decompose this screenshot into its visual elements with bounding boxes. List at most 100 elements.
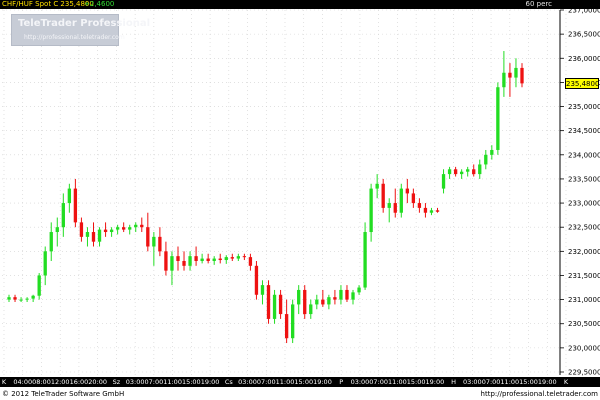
candle-body (170, 256, 174, 271)
candle (19, 297, 23, 303)
candle-body (315, 299, 319, 305)
x-tick-label: 15:00 (407, 378, 426, 386)
candle (453, 166, 458, 177)
candle-body (429, 210, 434, 213)
candle-body (284, 314, 289, 339)
candle (103, 222, 108, 237)
candle (200, 253, 204, 264)
candle-body (496, 87, 500, 150)
y-tick-label: 230,0000 (568, 344, 600, 352)
time-axis: K 04:00 08:00 12:00 16:00 20:00 Sz 03:00 07:00 11… (0, 377, 600, 387)
x-tick-label: Sz (113, 378, 121, 386)
candle (152, 232, 156, 266)
x-tick-label: 16:00 (70, 378, 89, 386)
candle (278, 289, 283, 319)
candle (502, 51, 506, 97)
x-tick-label: 19:00 (425, 378, 444, 386)
candle (224, 255, 228, 264)
candle-body (206, 258, 210, 261)
candle-body (61, 203, 65, 228)
copyright-text: © 2012 TeleTrader Software GmbH (2, 390, 125, 398)
footer-url[interactable]: http://professional.teletrader.com (481, 390, 598, 398)
x-tick-label: 07:00 (369, 378, 388, 386)
candle-body (7, 297, 11, 300)
y-tick-label: 229,5000 (568, 369, 600, 377)
candle-body (508, 72, 512, 78)
candle (254, 260, 259, 300)
candle (393, 188, 397, 218)
candle (435, 207, 440, 213)
x-tick-label: 15:00 (182, 378, 201, 386)
candle-body (200, 258, 204, 261)
candle (484, 149, 488, 170)
x-tick-label: Cs (225, 378, 234, 386)
candle-body (266, 285, 271, 319)
candle-body (484, 154, 488, 165)
candle (43, 246, 47, 286)
candle-body (381, 183, 385, 208)
candle-body (248, 257, 253, 266)
candle (158, 227, 162, 257)
candle-body (164, 251, 168, 271)
candle (315, 294, 319, 310)
candle (441, 169, 446, 194)
candle-body (520, 67, 524, 84)
x-tick-label: 19:00 (201, 378, 220, 386)
candle (351, 289, 355, 305)
candle-body (514, 67, 518, 78)
candle-body (19, 299, 23, 301)
candle (140, 217, 144, 233)
candle-body (218, 258, 222, 261)
candlestick-chart: 229,5000 230,0000 230,5000 231,0000 231,5000… (0, 7, 600, 387)
candle (128, 224, 132, 235)
candle-body (97, 229, 102, 242)
x-tick-label: 11:00 (500, 378, 519, 386)
candle (7, 294, 11, 303)
y-tick-label: 234,0000 (568, 151, 600, 159)
candle-body (297, 289, 301, 305)
candle (496, 82, 500, 155)
candle (399, 183, 403, 218)
candle-body (441, 174, 446, 189)
x-tick-label: 11:00 (388, 378, 407, 386)
candle-body (447, 169, 452, 175)
candle-body (176, 256, 180, 261)
x-tick-label: 03:00 (351, 378, 370, 386)
grid (2, 9, 567, 375)
candle (272, 289, 277, 324)
change-label: +2,4600 (84, 0, 115, 8)
candle (339, 285, 343, 305)
candle (429, 207, 434, 216)
candle-body (91, 232, 96, 242)
candle-body (188, 256, 192, 266)
candle-body (140, 224, 144, 228)
candle (170, 251, 174, 286)
candle-body (103, 229, 108, 233)
candle-body (405, 188, 409, 194)
candle-body (122, 227, 126, 230)
candle-body (327, 297, 331, 305)
candle-body (109, 229, 114, 233)
candle-body (55, 227, 59, 233)
candle-body (478, 164, 482, 175)
x-tick-label: 12:00 (51, 378, 70, 386)
x-tick-label: 11:00 (276, 378, 295, 386)
candle (327, 294, 331, 310)
candle (176, 246, 180, 271)
candle (25, 297, 29, 303)
candle (266, 280, 271, 324)
candle (182, 251, 186, 271)
candle (79, 217, 84, 242)
candle-body (254, 265, 259, 295)
candle (242, 253, 247, 261)
candle-body (79, 222, 84, 237)
candle-body (73, 188, 78, 223)
x-tick-label: 20:00 (88, 378, 107, 386)
period-label[interactable]: 60 perc (526, 0, 552, 9)
candle-body (303, 289, 307, 315)
candle (146, 212, 150, 252)
candle-body (351, 292, 355, 300)
candle-body (453, 169, 458, 175)
candle-body (230, 257, 234, 259)
y-tick-label: 232,5000 (568, 224, 600, 232)
